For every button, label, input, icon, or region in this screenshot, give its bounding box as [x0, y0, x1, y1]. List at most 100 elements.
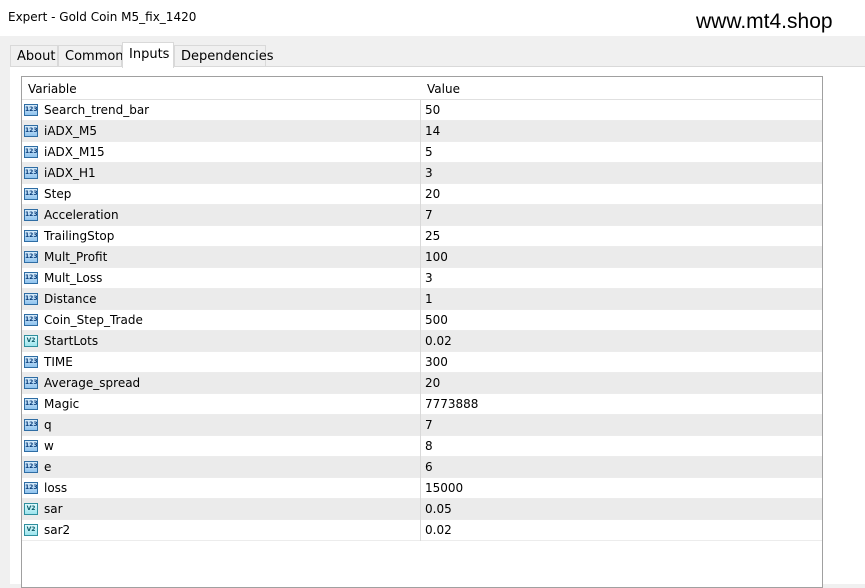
variable-name: TIME	[44, 355, 73, 369]
column-divider	[420, 352, 421, 373]
variable-value[interactable]: 3	[425, 271, 433, 285]
variable-name: iADX_M15	[44, 145, 105, 159]
tab-dependencies[interactable]: Dependencies	[174, 45, 274, 67]
table-row[interactable]: 123 q 7	[22, 415, 822, 436]
table-row[interactable]: 123 Search_trend_bar 50	[22, 100, 822, 121]
column-divider	[420, 457, 421, 478]
int-icon: 123	[24, 377, 38, 389]
variable-name: sar	[44, 502, 63, 516]
column-header-value[interactable]: Value	[427, 82, 460, 96]
variable-name: sar2	[44, 523, 71, 537]
variable-name: Average_spread	[44, 376, 141, 390]
column-divider	[420, 520, 421, 541]
variable-value[interactable]: 5	[425, 145, 433, 159]
int-icon: 123	[24, 419, 38, 431]
variable-value[interactable]: 15000	[425, 481, 463, 495]
table-row[interactable]: 123 w 8	[22, 436, 822, 457]
window-title: Expert - Gold Coin M5_fix_1420	[8, 10, 197, 24]
table-row[interactable]: 123 Step 20	[22, 184, 822, 205]
variable-value[interactable]: 300	[425, 355, 448, 369]
table-row[interactable]: 123 Distance 1	[22, 289, 822, 310]
table-row[interactable]: 123 iADX_H1 3	[22, 163, 822, 184]
column-divider	[420, 310, 421, 331]
variable-name: Search_trend_bar	[44, 103, 150, 117]
variable-value[interactable]: 0.02	[425, 523, 452, 537]
int-icon: 123	[24, 209, 38, 221]
variable-name: Coin_Step_Trade	[44, 313, 143, 327]
int-icon: 123	[24, 167, 38, 179]
table-row[interactable]: 123 TrailingStop 25	[22, 226, 822, 247]
column-divider	[420, 121, 421, 142]
int-icon: 123	[24, 251, 38, 263]
table-row[interactable]: 123 Mult_Profit 100	[22, 247, 822, 268]
column-divider	[420, 247, 421, 268]
int-icon: 123	[24, 293, 38, 305]
variable-value[interactable]: 0.05	[425, 502, 452, 516]
variable-name: Mult_Loss	[44, 271, 103, 285]
variable-value[interactable]: 6	[425, 460, 433, 474]
inputs-grid: Variable Value 123 Search_trend_bar 50 123 i…	[21, 76, 823, 588]
column-divider	[420, 100, 421, 121]
table-row[interactable]: 123 Acceleration 7	[22, 205, 822, 226]
variable-value[interactable]: 20	[425, 376, 440, 390]
table-row[interactable]: 123 iADX_M5 14	[22, 121, 822, 142]
variable-value[interactable]: 25	[425, 229, 440, 243]
variable-value[interactable]: 20	[425, 187, 440, 201]
variable-value[interactable]: 500	[425, 313, 448, 327]
column-divider	[420, 163, 421, 184]
variable-value[interactable]: 50	[425, 103, 440, 117]
column-header-variable[interactable]: Variable	[28, 82, 77, 96]
inputs-panel: Variable Value 123 Search_trend_bar 50 123 i…	[10, 66, 865, 588]
variable-value[interactable]: 7	[425, 418, 433, 432]
variable-name: TrailingStop	[44, 229, 115, 243]
int-icon: 123	[24, 440, 38, 452]
variable-value[interactable]: 100	[425, 250, 448, 264]
table-row[interactable]: V2 sar 0.05	[22, 499, 822, 520]
column-divider	[420, 415, 421, 436]
variable-name: Distance	[44, 292, 97, 306]
int-icon: 123	[24, 272, 38, 284]
tab-common[interactable]: Common	[58, 45, 124, 67]
variable-value[interactable]: 3	[425, 166, 433, 180]
table-row[interactable]: 123 TIME 300	[22, 352, 822, 373]
variable-value[interactable]: 7773888	[425, 397, 478, 411]
double-icon: V2	[24, 503, 38, 515]
grid-header: Variable Value	[22, 77, 822, 100]
column-divider	[420, 499, 421, 520]
variable-value[interactable]: 7	[425, 208, 433, 222]
variable-value[interactable]: 8	[425, 439, 433, 453]
tab-inputs[interactable]: Inputs	[122, 42, 174, 68]
table-row[interactable]: 123 e 6	[22, 457, 822, 478]
table-row[interactable]: 123 loss 15000	[22, 478, 822, 499]
variable-value[interactable]: 1	[425, 292, 433, 306]
variable-name: e	[44, 460, 52, 474]
variable-name: iADX_M5	[44, 124, 97, 138]
variable-name: loss	[44, 481, 68, 495]
table-row[interactable]: V2 StartLots 0.02	[22, 331, 822, 352]
variable-name: w	[44, 439, 54, 453]
int-icon: 123	[24, 104, 38, 116]
variable-name: Magic	[44, 397, 80, 411]
int-icon: 123	[24, 146, 38, 158]
table-row[interactable]: 123 Mult_Loss 3	[22, 268, 822, 289]
tab-about[interactable]: About	[10, 45, 58, 67]
column-divider	[420, 436, 421, 457]
table-row[interactable]: V2 sar2 0.02	[22, 520, 822, 541]
column-divider	[420, 142, 421, 163]
int-icon: 123	[24, 125, 38, 137]
title-bar: Expert - Gold Coin M5_fix_1420 www.mt4.s…	[0, 0, 865, 36]
column-divider	[420, 394, 421, 415]
column-divider	[420, 289, 421, 310]
column-divider	[420, 184, 421, 205]
variable-value[interactable]: 14	[425, 124, 440, 138]
variable-value[interactable]: 0.02	[425, 334, 452, 348]
column-divider	[420, 226, 421, 247]
table-row[interactable]: 123 Coin_Step_Trade 500	[22, 310, 822, 331]
table-row[interactable]: 123 Magic 7773888	[22, 394, 822, 415]
table-row[interactable]: 123 iADX_M15 5	[22, 142, 822, 163]
table-row[interactable]: 123 Average_spread 20	[22, 373, 822, 394]
int-icon: 123	[24, 230, 38, 242]
variable-name: Acceleration	[44, 208, 119, 222]
variable-name: Mult_Profit	[44, 250, 108, 264]
variable-name: iADX_H1	[44, 166, 96, 180]
